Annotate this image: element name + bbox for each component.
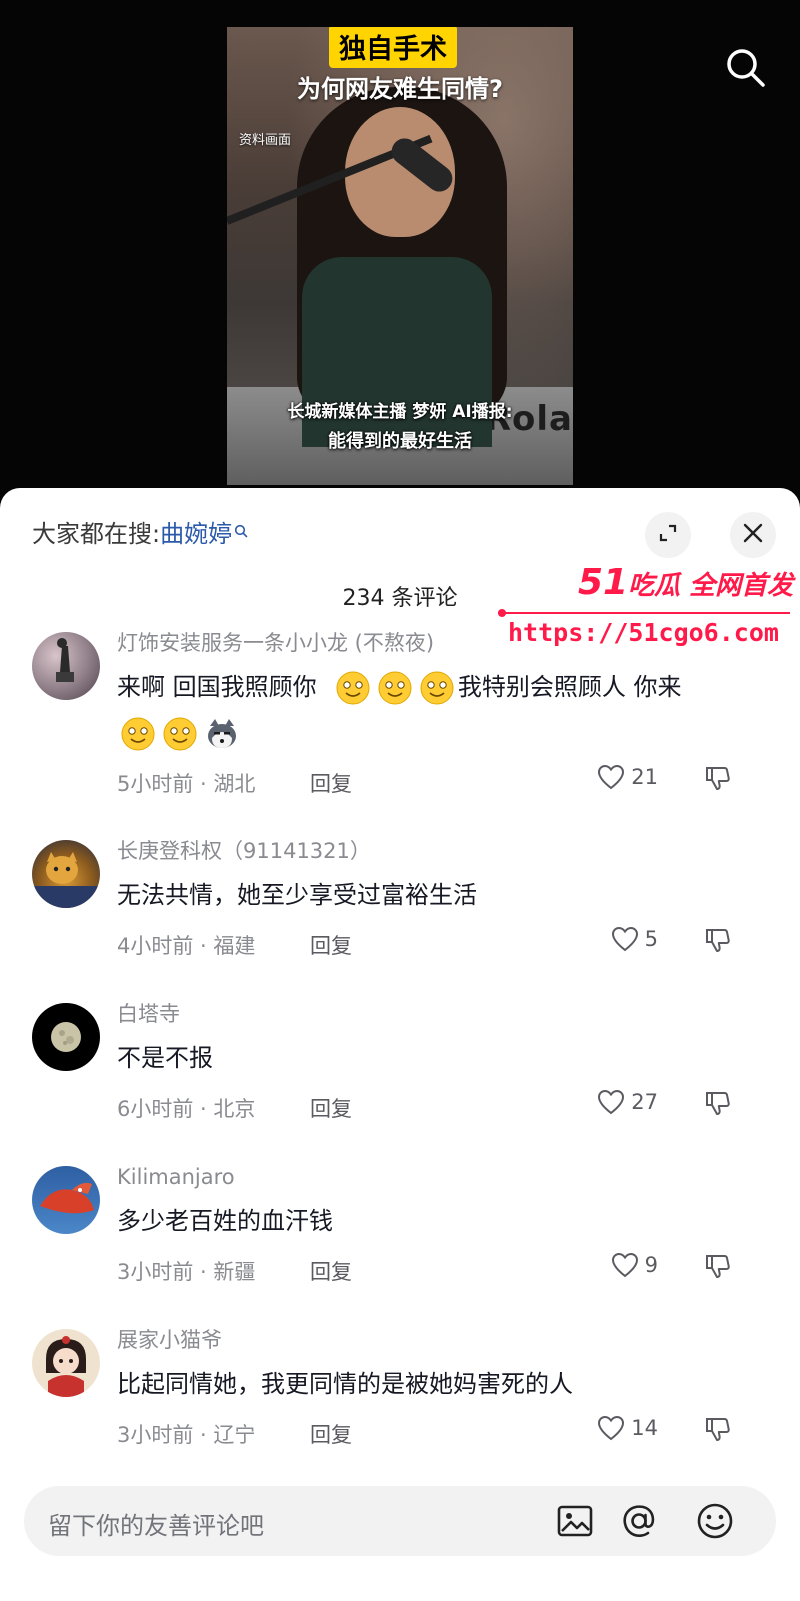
comment-text-part: 我特别会照顾人 你来	[457, 673, 682, 701]
comment-meta: 6小时前 · 北京 回复 27	[117, 1087, 760, 1127]
comment-sheet: 大家都在搜:曲婉婷 234 条评论 51吃瓜 全网首发 https://51cg…	[0, 488, 800, 1601]
dislike-button[interactable]	[704, 926, 732, 959]
close-icon	[742, 522, 764, 548]
like-button[interactable]: 9	[611, 1252, 658, 1278]
comment-text-part: 来啊 回国我照顾你	[117, 673, 317, 701]
comment-time-location: 4小时前 · 福建	[117, 934, 256, 958]
thumbs-down-icon	[706, 1092, 730, 1115]
smile-emoji-icon	[378, 671, 412, 705]
like-count: 21	[631, 765, 658, 789]
comment-meta: 3小时前 · 新疆 回复 9	[117, 1250, 760, 1290]
comment-meta: 4小时前 · 福建 回复 5	[117, 924, 760, 964]
heart-icon	[598, 1089, 625, 1115]
video-player[interactable]: Rola 独自手术 为何网友难生同情? 资料画面 长城新媒体主播 梦妍 AI播报…	[227, 27, 573, 485]
like-button[interactable]: 14	[597, 1415, 658, 1441]
close-button[interactable]	[730, 512, 776, 558]
trending-term-link[interactable]: 曲婉婷	[160, 520, 232, 548]
search-icon[interactable]	[234, 516, 248, 544]
dislike-button[interactable]	[704, 1415, 732, 1448]
expand-button[interactable]	[645, 512, 691, 558]
like-button[interactable]: 21	[597, 764, 658, 790]
comment-text: 来啊 回国我照顾你 我特别会照顾人 你来	[117, 664, 760, 756]
heart-icon	[611, 1252, 638, 1278]
avatar[interactable]	[32, 1329, 100, 1397]
comment-item: Kilimanjaro 多少老百姓的血汗钱 3小时前 · 新疆 回复 9	[0, 1162, 800, 1325]
reply-button[interactable]: 回复	[310, 1093, 352, 1123]
comment-meta: 3小时前 · 辽宁 回复 14	[117, 1413, 760, 1453]
reply-button[interactable]: 回复	[310, 1256, 352, 1286]
comment-time-location: 5小时前 · 湖北	[117, 772, 256, 796]
trending-search: 大家都在搜:曲婉婷	[32, 514, 248, 549]
like-button[interactable]: 5	[611, 926, 658, 952]
thumbs-down-icon	[706, 767, 730, 790]
like-count: 14	[631, 1416, 658, 1440]
reply-button[interactable]: 回复	[310, 930, 352, 960]
watermark-brand-text: 吃瓜 全网首发	[628, 571, 794, 601]
avatar[interactable]	[32, 1003, 100, 1071]
video-headline: 为何网友难生同情?	[297, 75, 503, 103]
dislike-button[interactable]	[704, 764, 732, 797]
like-count: 27	[631, 1090, 658, 1114]
video-tag: 独自手术	[329, 27, 457, 68]
image-icon[interactable]	[555, 1501, 595, 1541]
comment-item: 长庚登科权（91141321） 无法共情，她至少享受过富裕生活 4小时前 · 福…	[0, 836, 800, 999]
thumbs-down-icon	[706, 1255, 730, 1278]
comment-text: 不是不报	[117, 1044, 213, 1072]
video-area[interactable]: Rola 独自手术 为何网友难生同情? 资料画面 长城新媒体主播 梦妍 AI播报…	[0, 0, 800, 500]
search-icon[interactable]	[724, 46, 766, 88]
comment-author[interactable]: Kilimanjaro	[117, 1162, 760, 1192]
emoji-icon[interactable]	[695, 1501, 735, 1541]
avatar[interactable]	[32, 840, 100, 908]
trending-prefix: 大家都在搜:	[32, 520, 161, 548]
heart-icon	[598, 1415, 625, 1441]
heart-icon	[611, 926, 638, 952]
comment-time-location: 3小时前 · 新疆	[117, 1260, 256, 1284]
comment-list: 灯饰安装服务一条小小龙 (不熬夜) 来啊 回国我照顾你 我特别会照顾人 你来 5…	[0, 628, 800, 1488]
comment-text: 比起同情她，我更同情的是被她妈害死的人	[117, 1370, 573, 1398]
comment-time-location: 3小时前 · 辽宁	[117, 1423, 256, 1447]
comment-author[interactable]: 灯饰安装服务一条小小龙 (不熬夜)	[117, 628, 760, 658]
husky-emoji-icon	[208, 719, 236, 748]
smile-emoji-icon	[121, 717, 155, 751]
dislike-button[interactable]	[704, 1252, 732, 1285]
reply-button[interactable]: 回复	[310, 768, 352, 798]
comment-item: 展家小猫爷 比起同情她，我更同情的是被她妈害死的人 3小时前 · 辽宁 回复 1…	[0, 1325, 800, 1488]
watermark-divider	[498, 609, 790, 617]
comment-author[interactable]: 展家小猫爷	[117, 1325, 760, 1355]
smile-emoji-icon	[163, 717, 197, 751]
comment-author[interactable]: 长庚登科权（91141321）	[117, 836, 760, 866]
dislike-button[interactable]	[704, 1089, 732, 1122]
comment-author[interactable]: 白塔寺	[117, 999, 760, 1029]
like-count: 5	[644, 927, 658, 951]
thumbs-down-icon	[706, 929, 730, 952]
video-source-label: 资料画面	[239, 133, 292, 148]
comment-item: 灯饰安装服务一条小小龙 (不熬夜) 来啊 回国我照顾你 我特别会照顾人 你来 5…	[0, 628, 800, 836]
comment-text: 多少老百姓的血汗钱	[117, 1207, 333, 1235]
comment-input[interactable]: 留下你的友善评论吧	[24, 1486, 776, 1556]
comment-item: 白塔寺 不是不报 6小时前 · 北京 回复 27	[0, 999, 800, 1162]
video-caption-line1: 长城新媒体主播 梦妍 AI播报:	[287, 402, 513, 422]
comment-meta: 5小时前 · 湖北 回复 21	[117, 762, 760, 802]
video-caption-line2: 能得到的最好生活	[328, 431, 472, 452]
heart-icon	[598, 764, 625, 790]
reply-button[interactable]: 回复	[310, 1419, 352, 1449]
smile-emoji-icon	[420, 671, 454, 705]
watermark-brand-number: 51	[578, 562, 629, 603]
mention-icon[interactable]	[619, 1501, 659, 1541]
smile-emoji-icon	[336, 671, 370, 705]
like-button[interactable]: 27	[597, 1089, 658, 1115]
watermark-brand: 51吃瓜 全网首发	[578, 562, 793, 603]
like-count: 9	[644, 1253, 658, 1277]
avatar[interactable]	[32, 1166, 100, 1234]
comment-input-placeholder: 留下你的友善评论吧	[48, 1512, 264, 1540]
expand-icon	[657, 522, 679, 548]
comment-text: 无法共情，她至少享受过富裕生活	[117, 881, 477, 909]
avatar[interactable]	[32, 632, 100, 700]
comment-time-location: 6小时前 · 北京	[117, 1097, 256, 1121]
thumbs-down-icon	[706, 1418, 730, 1441]
